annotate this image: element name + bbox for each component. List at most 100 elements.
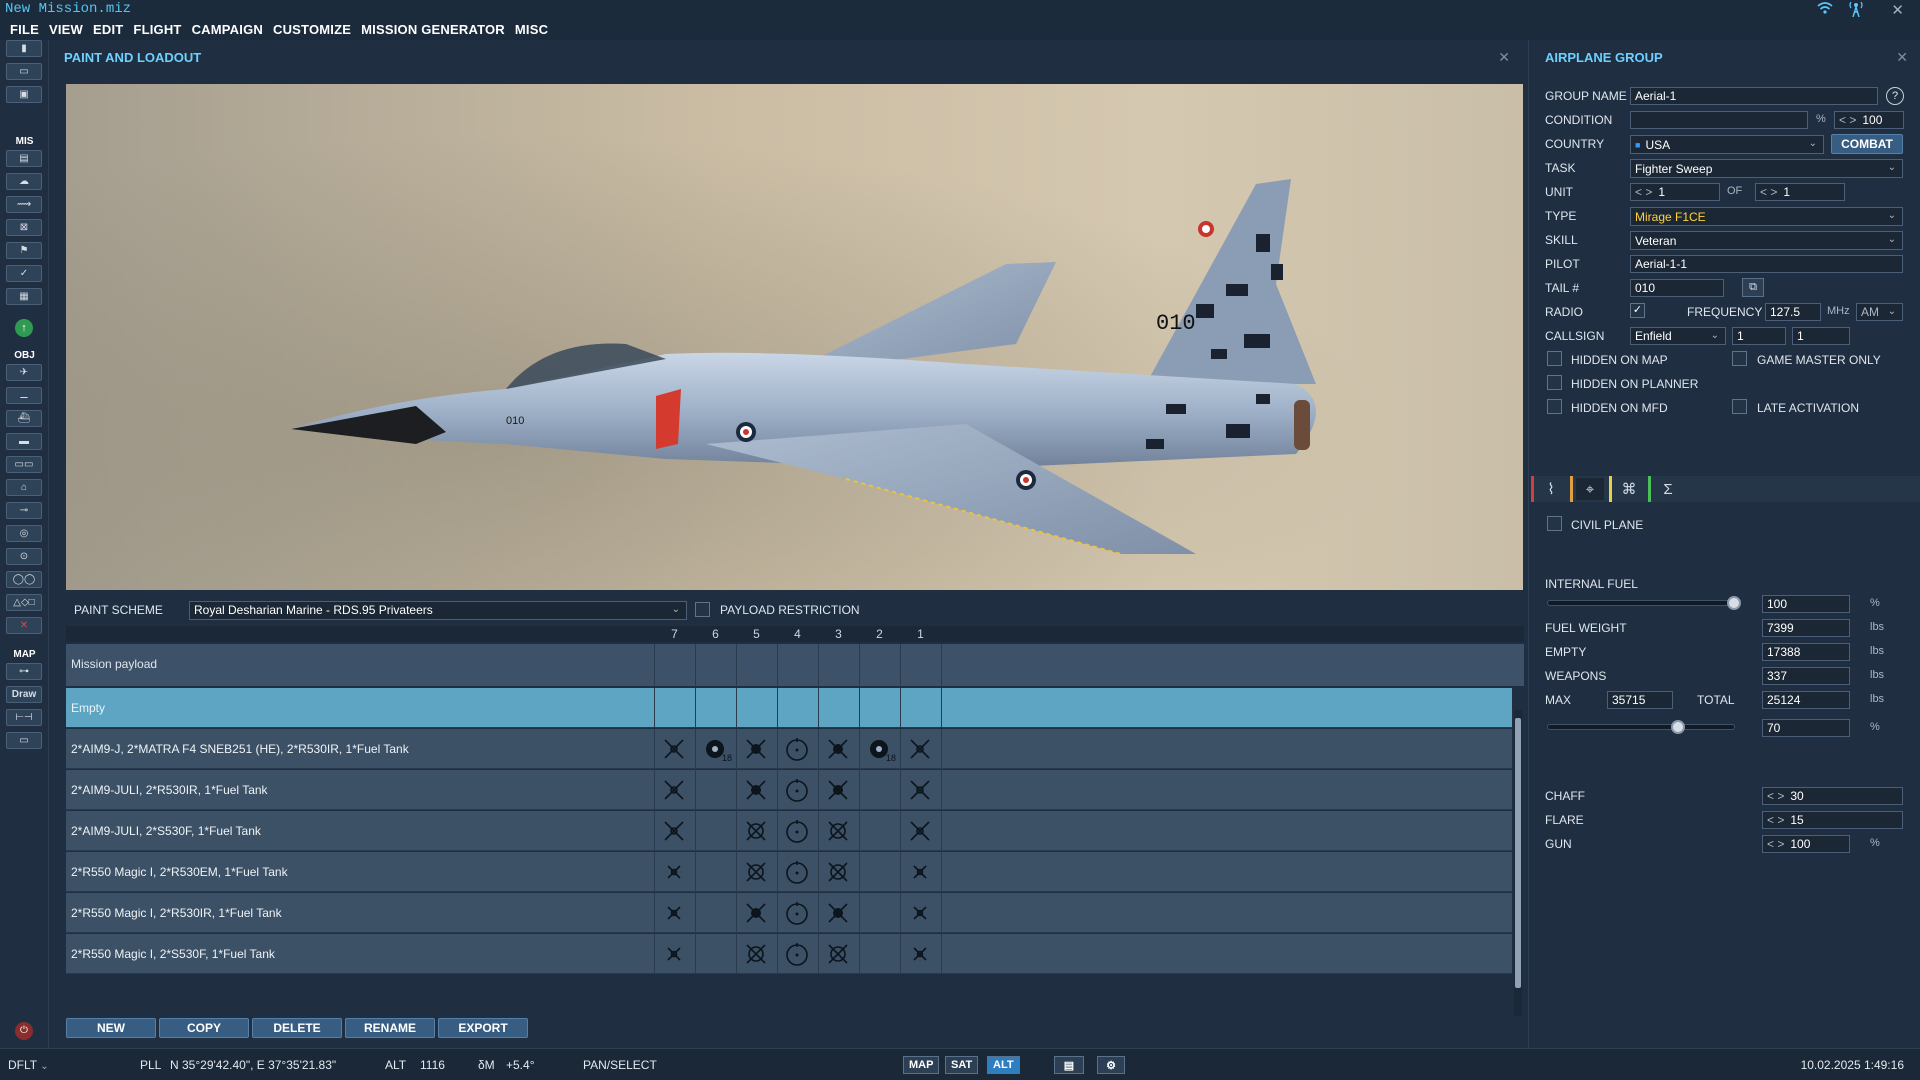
- menu-file[interactable]: FILE: [10, 22, 39, 37]
- open-file-icon[interactable]: ▭: [6, 63, 42, 80]
- briefing-icon[interactable]: ▤: [6, 150, 42, 167]
- menu-flight[interactable]: FLIGHT: [133, 22, 181, 37]
- new-button[interactable]: NEW: [66, 1018, 156, 1038]
- flare-stepper[interactable]: < >15: [1762, 811, 1903, 829]
- payload-restriction-checkbox[interactable]: [695, 602, 710, 617]
- load-slider[interactable]: [1547, 720, 1735, 734]
- load-slider-knob[interactable]: [1671, 720, 1686, 734]
- loadout-row[interactable]: Empty: [66, 688, 1512, 728]
- task-select[interactable]: Fighter Sweep ⌄: [1630, 159, 1903, 178]
- callsign-number-2[interactable]: 1: [1792, 327, 1850, 345]
- load-percent-input[interactable]: 70: [1762, 719, 1850, 737]
- loadout-row[interactable]: 2*R550 Magic I, 2*S530F, 1*Fuel Tank: [66, 934, 1512, 974]
- tail-input[interactable]: 010: [1630, 279, 1724, 297]
- map-view-button[interactable]: MAP: [903, 1056, 940, 1074]
- route-icon[interactable]: ⟿: [6, 196, 42, 213]
- flags-icon[interactable]: ⚑: [6, 242, 42, 259]
- combat-button[interactable]: COMBAT: [1831, 134, 1903, 154]
- fuel-weight-input[interactable]: 7399: [1762, 619, 1850, 637]
- group-name-input[interactable]: Aerial-1: [1630, 87, 1878, 105]
- menu-view[interactable]: VIEW: [49, 22, 83, 37]
- triggers-icon[interactable]: ⊠: [6, 219, 42, 236]
- callsign-select[interactable]: Enfield ⌄: [1630, 327, 1726, 345]
- static-object-icon[interactable]: ▭▭: [6, 456, 42, 473]
- panel-close-icon[interactable]: ✕: [1498, 49, 1510, 66]
- group-panel-close-icon[interactable]: ✕: [1896, 49, 1908, 66]
- route-tab-icon[interactable]: ⌇: [1537, 478, 1565, 500]
- paint-scheme-select[interactable]: Royal Desharian Marine - RDS.95 Privatee…: [189, 600, 687, 620]
- loadout-row[interactable]: 2*AIM9-JULI, 2*R530IR, 1*Fuel Tank: [66, 770, 1512, 810]
- screen-icon[interactable]: ▭: [6, 732, 42, 749]
- country-select[interactable]: ■ USA ⌄: [1630, 135, 1824, 154]
- helicopter-icon[interactable]: ⚊: [6, 387, 42, 404]
- gun-stepper[interactable]: < >100: [1762, 835, 1850, 853]
- copy-button[interactable]: COPY: [159, 1018, 249, 1038]
- zone-icon[interactable]: ⊸: [6, 502, 42, 519]
- ruler-icon[interactable]: ⊢⊣: [6, 709, 42, 726]
- save-file-icon[interactable]: ▣: [6, 86, 42, 103]
- scrollbar-thumb[interactable]: [1515, 718, 1521, 988]
- menu-mission-generator[interactable]: MISSION GENERATOR: [361, 22, 505, 37]
- menu-campaign[interactable]: CAMPAIGN: [192, 22, 263, 37]
- game-master-only-checkbox[interactable]: [1732, 351, 1747, 366]
- pilot-input[interactable]: Aerial-1-1: [1630, 255, 1903, 273]
- chaff-stepper[interactable]: < >30: [1762, 787, 1903, 805]
- condition-stepper[interactable]: < >100: [1834, 111, 1904, 129]
- circle-icon[interactable]: ⊙: [6, 548, 42, 565]
- new-file-icon[interactable]: ▮: [6, 40, 42, 57]
- frequency-input[interactable]: 127.5: [1765, 303, 1821, 321]
- coord-format-label[interactable]: PLL: [140, 1058, 161, 1072]
- menu-misc[interactable]: MISC: [515, 22, 548, 37]
- settings-gear-icon[interactable]: ⚙: [1097, 1056, 1125, 1074]
- internal-fuel-slider-knob[interactable]: [1727, 596, 1741, 610]
- loadout-scrollbar[interactable]: [1514, 710, 1522, 1016]
- hidden-on-mfd-checkbox[interactable]: [1547, 399, 1562, 414]
- payload-tab-icon[interactable]: ⌖: [1576, 478, 1604, 500]
- internal-fuel-slider[interactable]: [1547, 596, 1741, 610]
- help-icon[interactable]: ?: [1886, 87, 1904, 105]
- menu-customize[interactable]: CUSTOMIZE: [273, 22, 351, 37]
- target-icon[interactable]: ◎: [6, 525, 42, 542]
- unit-stepper[interactable]: < >1: [1630, 183, 1720, 201]
- summary-tab-icon[interactable]: Σ: [1654, 478, 1682, 500]
- group-icon[interactable]: ◯◯: [6, 571, 42, 588]
- internal-fuel-input[interactable]: 100: [1762, 595, 1850, 613]
- exit-icon[interactable]: ⏻: [15, 1022, 33, 1040]
- shapes-icon[interactable]: △◇□: [6, 594, 42, 611]
- measure-icon[interactable]: ⊶: [6, 663, 42, 680]
- hidden-on-map-checkbox[interactable]: [1547, 351, 1562, 366]
- type-select[interactable]: Mirage F1CE ⌄: [1630, 207, 1903, 226]
- condition-input[interactable]: [1630, 111, 1808, 129]
- unit-of-stepper[interactable]: < >1: [1755, 183, 1845, 201]
- civil-plane-checkbox[interactable]: [1547, 516, 1562, 531]
- rename-button[interactable]: RENAME: [345, 1018, 435, 1038]
- up-arrow-icon[interactable]: ↑: [15, 319, 33, 337]
- loadout-row[interactable]: 2*AIM9-J, 2*MATRA F4 SNEB251 (HE), 2*R53…: [66, 729, 1512, 769]
- callsign-number-1[interactable]: 1: [1732, 327, 1786, 345]
- weather-icon[interactable]: ☁: [6, 173, 42, 190]
- export-button[interactable]: EXPORT: [438, 1018, 528, 1038]
- delete-button[interactable]: DELETE: [252, 1018, 342, 1038]
- skill-select[interactable]: Veteran ⌄: [1630, 231, 1903, 250]
- ship-icon[interactable]: ⛴: [6, 410, 42, 427]
- vehicle-icon[interactable]: ▬: [6, 433, 42, 450]
- draw-button[interactable]: Draw: [6, 686, 42, 703]
- airplane-icon[interactable]: ✈: [6, 364, 42, 381]
- alt-view-button[interactable]: ALT: [987, 1056, 1020, 1074]
- loadout-row[interactable]: 2*R550 Magic I, 2*R530IR, 1*Fuel Tank: [66, 893, 1512, 933]
- template-icon[interactable]: ⌂: [6, 479, 42, 496]
- loadout-row[interactable]: 2*AIM9-JULI, 2*S530F, 1*Fuel Tank: [66, 811, 1512, 851]
- copy-tail-icon[interactable]: ⧉: [1742, 278, 1764, 297]
- sat-view-button[interactable]: SAT: [945, 1056, 979, 1074]
- delete-icon[interactable]: ✕: [6, 617, 42, 634]
- resources-icon[interactable]: ▦: [6, 288, 42, 305]
- modulation-select[interactable]: AM ⌄: [1856, 303, 1903, 321]
- check-icon[interactable]: ✓: [6, 265, 42, 282]
- radio-checkbox[interactable]: ✓: [1630, 303, 1645, 318]
- late-activation-checkbox[interactable]: [1732, 399, 1747, 414]
- layers-icon[interactable]: ▤: [1054, 1056, 1084, 1074]
- options-tab-icon[interactable]: ⌘: [1615, 478, 1643, 500]
- loadout-row[interactable]: 2*R550 Magic I, 2*R530EM, 1*Fuel Tank: [66, 852, 1512, 892]
- hidden-on-planner-checkbox[interactable]: [1547, 375, 1562, 390]
- profile-select[interactable]: DFLT ⌄: [8, 1058, 49, 1072]
